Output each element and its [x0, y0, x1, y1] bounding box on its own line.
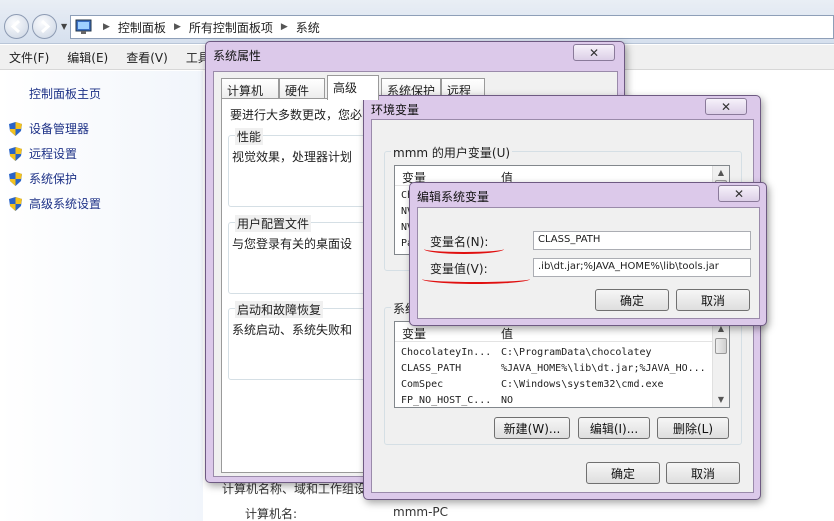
control-panel-home-link[interactable]: 控制面板主页: [29, 85, 101, 102]
red-annotation-underline: [424, 244, 504, 254]
shield-icon: [9, 171, 22, 186]
red-annotation-underline: [422, 274, 530, 284]
variable-value: %JAVA_HOME%\lib\dt.jar;%JAVA_HO...: [501, 363, 706, 374]
ok-button[interactable]: 确定: [595, 289, 669, 311]
link-label: 系统保护: [29, 172, 78, 186]
close-button[interactable]: ✕: [718, 185, 760, 202]
tab-hardware[interactable]: 硬件: [279, 78, 325, 99]
shield-icon: [9, 146, 22, 161]
dialog-client-area: 变量名(N): CLASS_PATH 变量值(V): .ib\dt.jar;%J…: [417, 207, 760, 319]
variable-name: ChocolateyIn...: [401, 347, 492, 358]
computer-name-label: 计算机名:: [245, 507, 298, 521]
link-label: 高级系统设置: [29, 197, 102, 211]
computer-name-value: mmm-PC: [393, 505, 449, 519]
advanced-system-settings-link[interactable]: 高级系统设置: [8, 195, 101, 212]
back-button[interactable]: [4, 14, 29, 39]
variable-name-field[interactable]: CLASS_PATH: [533, 231, 751, 250]
group-title: 用户配置文件: [235, 215, 312, 232]
system-variables-list[interactable]: 变量 值 ChocolateyIn... C:\ProgramData\choc…: [394, 321, 730, 408]
scroll-thumb[interactable]: [715, 338, 727, 354]
variable-value-field[interactable]: .ib\dt.jar;%JAVA_HOME%\lib\tools.jar: [533, 258, 751, 277]
table-row[interactable]: ComSpec C:\Windows\system32\cmd.exe: [395, 377, 705, 393]
close-icon: ✕: [720, 99, 732, 114]
breadcrumb-control-panel[interactable]: 控制面板: [118, 19, 166, 36]
variable-name: FP_NO_HOST_C...: [401, 395, 492, 406]
menu-file[interactable]: 文件(F): [0, 49, 58, 66]
cancel-button[interactable]: 取消: [666, 462, 740, 484]
group-title: mmm 的用户变量(U): [391, 144, 513, 161]
close-icon: ✕: [588, 45, 600, 60]
cancel-button[interactable]: 取消: [676, 289, 750, 311]
column-header-variable[interactable]: 变量: [402, 325, 426, 342]
ok-button[interactable]: 确定: [586, 462, 660, 484]
variable-value: C:\Windows\system32\cmd.exe: [501, 379, 664, 390]
variable-value: C:\ProgramData\chocolatey: [501, 347, 652, 358]
menu-edit[interactable]: 编辑(E): [58, 49, 117, 66]
table-row[interactable]: CLASS_PATH %JAVA_HOME%\lib\dt.jar;%JAVA_…: [395, 361, 706, 377]
scroll-up-icon[interactable]: ▲: [716, 168, 726, 178]
breadcrumb-all-items[interactable]: 所有控制面板项: [189, 19, 273, 36]
new-variable-button[interactable]: 新建(W)...: [494, 417, 570, 439]
dialog-title: 编辑系统变量: [417, 190, 490, 204]
arrow-right-icon: [40, 19, 51, 34]
system-protection-link[interactable]: 系统保护: [8, 170, 77, 187]
shield-icon: [9, 121, 22, 136]
link-label: 远程设置: [29, 147, 78, 161]
close-icon: ✕: [733, 186, 745, 201]
breadcrumb-separator-icon: ▶: [173, 22, 181, 32]
close-button[interactable]: ✕: [573, 44, 615, 61]
group-description: 与您登录有关的桌面设: [232, 237, 353, 251]
address-bar[interactable]: ▶ 控制面板 ▶ 所有控制面板项 ▶ 系统: [70, 15, 834, 39]
table-row[interactable]: FP_NO_HOST_C... NO: [395, 393, 705, 407]
delete-variable-button[interactable]: 删除(L): [657, 417, 729, 439]
variable-value: NO: [501, 395, 514, 406]
close-button[interactable]: ✕: [705, 98, 747, 115]
history-dropdown-icon[interactable]: ▼: [61, 22, 67, 31]
breadcrumb-separator-icon: ▶: [280, 22, 288, 32]
scroll-down-icon[interactable]: ▼: [716, 395, 726, 405]
dialog-title: 环境变量: [371, 103, 420, 117]
group-title: 性能: [235, 128, 264, 145]
shield-icon: [9, 196, 22, 211]
device-manager-link[interactable]: 设备管理器: [8, 120, 89, 137]
forward-button[interactable]: [32, 14, 57, 39]
control-panel-icon: [75, 19, 92, 34]
variable-name: CLASS_PATH: [401, 363, 462, 374]
menu-view[interactable]: 查看(V): [117, 49, 177, 66]
admin-notice-text: 要进行大多数更改，您必: [230, 108, 363, 122]
explorer-titlebar: ▼ ▶ 控制面板 ▶ 所有控制面板项 ▶ 系统: [0, 0, 834, 44]
variable-name: ComSpec: [401, 379, 444, 390]
breadcrumb-separator-icon: ▶: [103, 22, 110, 32]
group-description: 系统启动、系统失败和: [232, 323, 353, 337]
breadcrumb-system[interactable]: 系统: [296, 19, 320, 36]
group-title: 启动和故障恢复: [235, 301, 324, 318]
edit-system-variable-dialog: 编辑系统变量 ✕ 变量名(N): CLASS_PATH 变量值(V): .ib\…: [409, 182, 767, 326]
vertical-scrollbar[interactable]: ▲ ▼: [712, 322, 729, 407]
table-row[interactable]: ChocolateyIn... C:\ProgramData\chocolate…: [395, 345, 705, 361]
group-description: 视觉效果，处理器计划: [232, 150, 353, 164]
arrow-left-icon: [10, 19, 21, 34]
link-label: 设备管理器: [29, 122, 90, 136]
tab-computer-name[interactable]: 计算机名: [221, 78, 279, 115]
column-header-value[interactable]: 值: [501, 325, 513, 342]
remote-settings-link[interactable]: 远程设置: [8, 145, 77, 162]
edit-variable-button[interactable]: 编辑(I)...: [578, 417, 650, 439]
dialog-title: 系统属性: [213, 49, 262, 63]
tab-advanced[interactable]: 高级: [327, 75, 379, 100]
left-nav-pane: 控制面板主页 设备管理器 远程设置 系统保护 高级系统设置: [0, 71, 203, 521]
